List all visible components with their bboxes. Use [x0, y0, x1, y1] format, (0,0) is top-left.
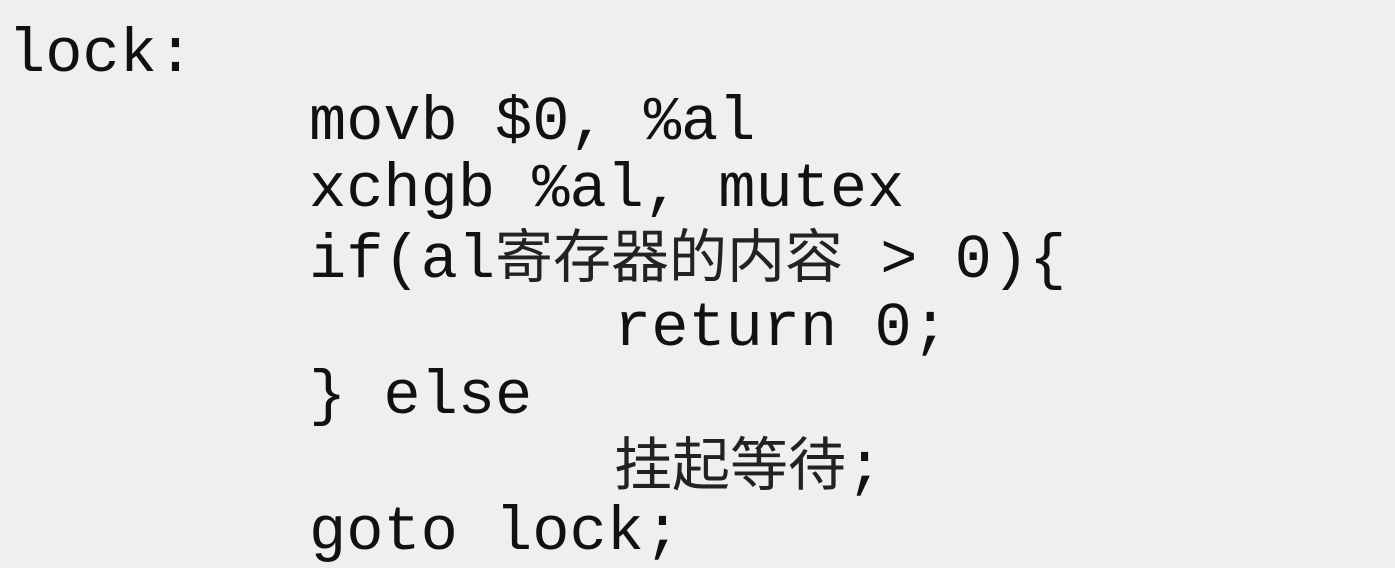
if-prefix: if(al [309, 225, 496, 296]
code-line-if: if(al寄存器的内容 > 0){ [309, 222, 1066, 296]
code-line-return: return 0; [614, 293, 949, 364]
code-line-xchgb: xchgb %al, mutex [309, 154, 905, 225]
suspend-text: 挂起等待 [614, 431, 847, 499]
code-line-goto: goto lock; [309, 497, 682, 568]
code-block: lock: movb $0, %al xchgb %al, mutex if(a… [0, 0, 1395, 568]
suspend-suffix: ; [846, 433, 884, 504]
if-register-content: 寄存器的内容 [495, 223, 844, 291]
if-suffix: > 0){ [843, 225, 1067, 296]
code-line-else: } else [309, 361, 533, 432]
code-line-suspend: 挂起等待; [614, 430, 883, 504]
code-line-movb: movb $0, %al [309, 87, 756, 158]
code-line-label: lock: [8, 19, 195, 90]
